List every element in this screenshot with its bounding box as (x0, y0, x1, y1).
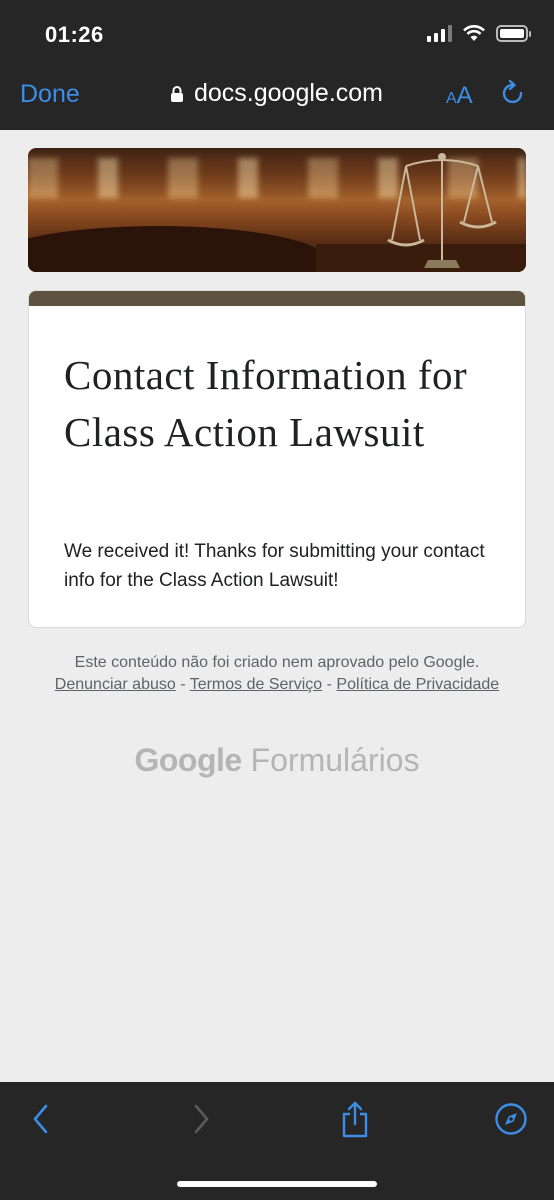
open-in-safari-button[interactable] (494, 1102, 528, 1141)
privacy-link[interactable]: Política de Privacidade (336, 676, 499, 693)
chevron-left-icon (33, 1104, 48, 1134)
form-title: Contact Information for Class Action Law… (64, 352, 468, 455)
separator: - (175, 676, 190, 693)
compass-icon (495, 1103, 527, 1135)
share-button[interactable] (340, 1100, 370, 1143)
forms-wordmark: Formulários (250, 742, 420, 778)
google-forms-logo[interactable]: Google Formulários (0, 742, 554, 779)
browser-nav-bar: Done docs.google.com AA (0, 66, 554, 130)
text-size-button[interactable]: AA (446, 82, 473, 110)
status-bar: 01:26 (0, 0, 554, 66)
google-wordmark: Google (134, 742, 242, 778)
share-icon (342, 1101, 368, 1138)
reload-icon (502, 79, 523, 104)
lock-icon (171, 85, 183, 102)
chevron-right-icon (194, 1104, 209, 1134)
done-button[interactable]: Done (20, 80, 80, 109)
battery-icon (496, 24, 531, 42)
confirmation-card: Contact Information for Class Action Law… (28, 290, 526, 628)
footer-disclaimer: Este conteúdo não foi criado nem aprovad… (40, 652, 514, 696)
card-accent-bar (29, 291, 525, 306)
separator: - (322, 676, 337, 693)
terms-link[interactable]: Termos de Serviço (190, 676, 323, 693)
status-time: 01:26 (45, 22, 104, 47)
status-icons (427, 24, 531, 42)
aa-small: A (446, 90, 457, 107)
confirmation-message: We received it! Thanks for submitting yo… (64, 541, 485, 591)
address-bar[interactable]: docs.google.com (170, 79, 383, 108)
scales-of-justice-icon (387, 153, 497, 268)
disclaimer-text: Este conteúdo não foi criado nem aprovad… (74, 654, 480, 671)
cellular-signal-icon (427, 24, 452, 42)
reload-button[interactable] (500, 79, 526, 113)
report-abuse-link[interactable]: Denunciar abuso (55, 676, 176, 693)
forward-button[interactable] (190, 1102, 212, 1141)
home-indicator[interactable] (177, 1181, 377, 1187)
back-button[interactable] (30, 1102, 52, 1141)
form-header-image (28, 148, 526, 272)
url-text: docs.google.com (194, 79, 384, 107)
aa-big: A (456, 82, 473, 109)
wifi-icon (463, 25, 485, 41)
